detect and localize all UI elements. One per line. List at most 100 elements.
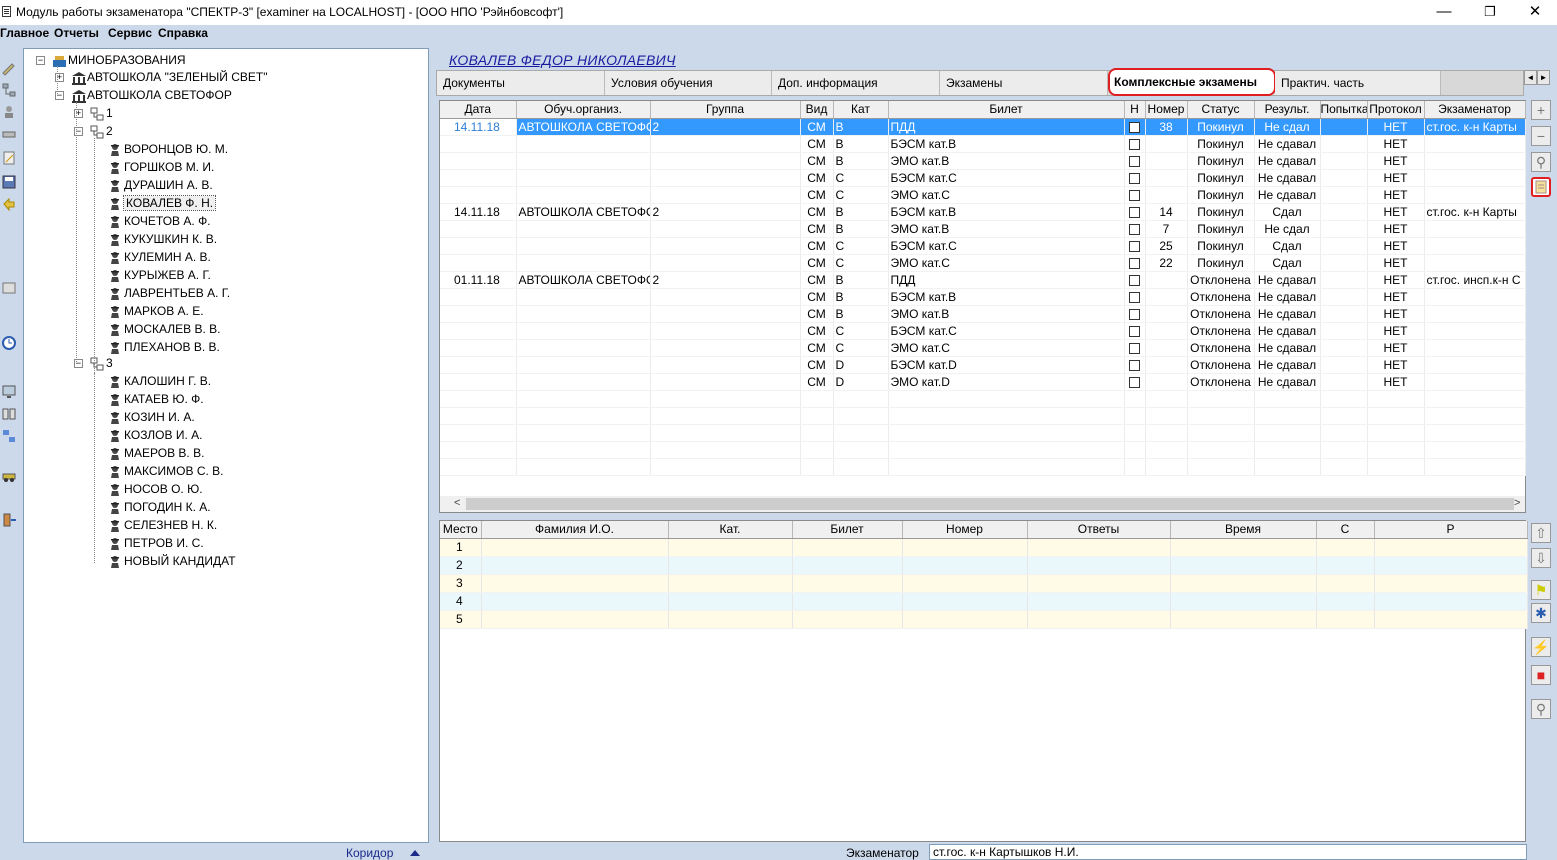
tree-student-node[interactable]: КОЗЛОВ И. А.	[124, 428, 202, 442]
search-icon[interactable]: ⚲	[1531, 699, 1551, 719]
column-header[interactable]: Номер	[1145, 101, 1188, 119]
report-icon[interactable]	[1531, 177, 1551, 197]
add-icon[interactable]: +	[1531, 100, 1551, 120]
tree-root-node[interactable]: МИНОБРАЗОВАНИЯ	[68, 53, 186, 67]
move-up-icon[interactable]: ⇧	[1531, 523, 1551, 543]
column-header[interactable]: Билет	[792, 521, 903, 539]
horizontal-scrollbar[interactable]: < >	[440, 496, 1525, 512]
tree-student-node[interactable]: НОВЫЙ КАНДИДАТ	[124, 554, 236, 568]
exit-door-icon[interactable]	[1, 512, 17, 528]
column-header[interactable]: Фамилия И.О.	[481, 521, 669, 539]
people-icon[interactable]	[1, 104, 17, 120]
tree-student-node[interactable]: КАЛОШИН Г. В.	[124, 374, 211, 388]
n-checkbox[interactable]	[1129, 189, 1140, 201]
table-row[interactable]: 14.11.18 АВТОШКОЛА СВЕТОФО 2 СМ B БЭСМ кат.B 1…	[440, 203, 1526, 221]
expand-toggle-icon[interactable]: −	[36, 56, 45, 65]
table-row[interactable]: СМ C ЭМО кат.C Отклонена Не сдавал НЕТ	[440, 339, 1526, 357]
tab-documents[interactable]: Документы	[437, 71, 605, 95]
tree-student-node[interactable]: СЕЛЕЗНЕВ Н. К.	[124, 518, 217, 532]
tree-student-node[interactable]: МОСКАЛЕВ В. В.	[124, 322, 220, 336]
tree-student-node[interactable]: ЛАВРЕНТЬЕВ А. Г.	[124, 286, 230, 300]
n-checkbox[interactable]	[1129, 121, 1140, 133]
save-icon[interactable]	[1, 174, 17, 190]
n-checkbox[interactable]	[1129, 342, 1140, 354]
tree-student-node[interactable]: КОВАЛЕВ Ф. Н.	[122, 195, 217, 211]
column-header[interactable]: Группа	[650, 101, 801, 119]
flag-icon[interactable]: ⚑	[1531, 580, 1551, 600]
tree-student-node[interactable]: МАКСИМОВ С. В.	[124, 464, 224, 478]
table-row[interactable]: СМ B ЭМО кат.B Покинул Не сдавал НЕТ	[440, 152, 1526, 170]
book-icon[interactable]	[1, 406, 17, 422]
column-header[interactable]: Место	[440, 521, 482, 539]
table-row[interactable]: СМ D БЭСМ кат.D Отклонена Не сдавал НЕТ	[440, 356, 1526, 374]
tree-student-node[interactable]: ВОРОНЦОВ Ю. М.	[124, 142, 228, 156]
n-checkbox[interactable]	[1129, 376, 1140, 388]
column-header[interactable]: Н	[1124, 101, 1146, 119]
place-row[interactable]: 5	[440, 610, 1528, 629]
column-header[interactable]: Экзаменатор	[1424, 101, 1526, 119]
minimize-button[interactable]: —	[1421, 0, 1467, 25]
document-edit-icon[interactable]	[1, 150, 17, 166]
n-checkbox[interactable]	[1129, 240, 1140, 252]
tree-student-node[interactable]: КУЛЕМИН А. В.	[124, 250, 211, 264]
table-row[interactable]: 01.11.18 АВТОШКОЛА СВЕТОФО 2 СМ B ПДД Отклонен…	[440, 271, 1526, 289]
car-icon[interactable]	[1, 468, 17, 484]
tree-student-node[interactable]: ПЛЕХАНОВ В. В.	[124, 340, 220, 354]
n-checkbox[interactable]	[1129, 223, 1140, 235]
clock-icon[interactable]	[1, 335, 17, 351]
menu-service[interactable]: Сервис	[108, 26, 152, 40]
column-header[interactable]: Результ.	[1254, 101, 1321, 119]
tab-right-arrow-icon[interactable]: ►	[1537, 70, 1550, 85]
column-header[interactable]: Кат	[833, 101, 889, 119]
tree-student-node[interactable]: ПЕТРОВ И. С.	[124, 536, 204, 550]
scroll-left-icon[interactable]: <	[454, 497, 460, 509]
menu-reports[interactable]: Отчеты	[54, 26, 99, 40]
monitor-icon[interactable]	[1, 384, 17, 400]
app-icon[interactable]	[2, 6, 11, 17]
n-checkbox[interactable]	[1129, 172, 1140, 184]
tree-school-node[interactable]: АВТОШКОЛА "ЗЕЛЕНЫЙ СВЕТ"	[87, 70, 268, 84]
tree-student-node[interactable]: ДУРАШИН А. В.	[124, 178, 213, 192]
examiner-field[interactable]: ст.гос. к-н Картышков Н.И.	[929, 844, 1527, 860]
restore-button[interactable]: ❐	[1467, 0, 1513, 25]
corridor-label[interactable]: Коридор	[346, 846, 393, 860]
stop-icon[interactable]: ■	[1531, 665, 1551, 685]
place-row[interactable]: 4	[440, 592, 1528, 611]
tab-practical[interactable]: Практич. часть	[1275, 71, 1441, 95]
tab-left-arrow-icon[interactable]: ◄	[1524, 70, 1537, 85]
table-row[interactable]: СМ C БЭСМ кат.C 25 Покинул Сдал НЕТ	[440, 237, 1526, 255]
tree-student-node[interactable]: КАТАЕВ Ю. Ф.	[124, 392, 204, 406]
n-checkbox[interactable]	[1129, 206, 1140, 218]
tree-group-node[interactable]: 2	[106, 124, 113, 138]
tree-student-node[interactable]: МАРКОВ А. Е.	[124, 304, 204, 318]
tree-school-node[interactable]: АВТОШКОЛА СВЕТОФОР	[87, 88, 232, 102]
remove-icon[interactable]: −	[1531, 126, 1551, 146]
tree-student-node[interactable]: КОЧЕТОВ А. Ф.	[124, 214, 211, 228]
table-row[interactable]: СМ C БЭСМ кат.C Отклонена Не сдавал НЕТ	[440, 322, 1526, 340]
zoom-icon[interactable]: ⚲	[1531, 152, 1551, 172]
column-header[interactable]: Статус	[1187, 101, 1255, 119]
tree-student-node[interactable]: КУКУШКИН К. В.	[124, 232, 217, 246]
move-down-icon[interactable]: ⇩	[1531, 548, 1551, 568]
tree-student-node[interactable]: МАЕРОВ В. В.	[124, 446, 204, 460]
place-row[interactable]: 2	[440, 556, 1528, 575]
network-icon[interactable]	[1, 428, 17, 444]
tree-structure-icon[interactable]	[1, 82, 17, 98]
n-checkbox[interactable]	[1129, 325, 1140, 337]
tree-group-node[interactable]: 3	[106, 356, 113, 370]
tab-complex-exams[interactable]: Комплексные экзамены	[1108, 68, 1276, 96]
table-icon[interactable]	[1, 280, 17, 296]
column-header[interactable]: Дата	[440, 101, 517, 119]
tag-icon[interactable]	[1, 126, 17, 142]
menu-main[interactable]: Главное	[0, 26, 49, 40]
column-header[interactable]: Билет	[888, 101, 1125, 119]
menu-help[interactable]: Справка	[158, 26, 208, 40]
place-row[interactable]: 3	[440, 574, 1528, 593]
tree-student-node[interactable]: НОСОВ О. Ю.	[124, 482, 203, 496]
table-row[interactable]: СМ D ЭМО кат.D Отклонена Не сдавал НЕТ	[440, 373, 1526, 391]
n-checkbox[interactable]	[1129, 291, 1140, 303]
tree-group-node[interactable]: 1	[106, 106, 113, 120]
column-header[interactable]: Попытка	[1320, 101, 1368, 119]
pencil-icon[interactable]	[1, 60, 17, 76]
tree-student-node[interactable]: ГОРШКОВ М. И.	[124, 160, 214, 174]
